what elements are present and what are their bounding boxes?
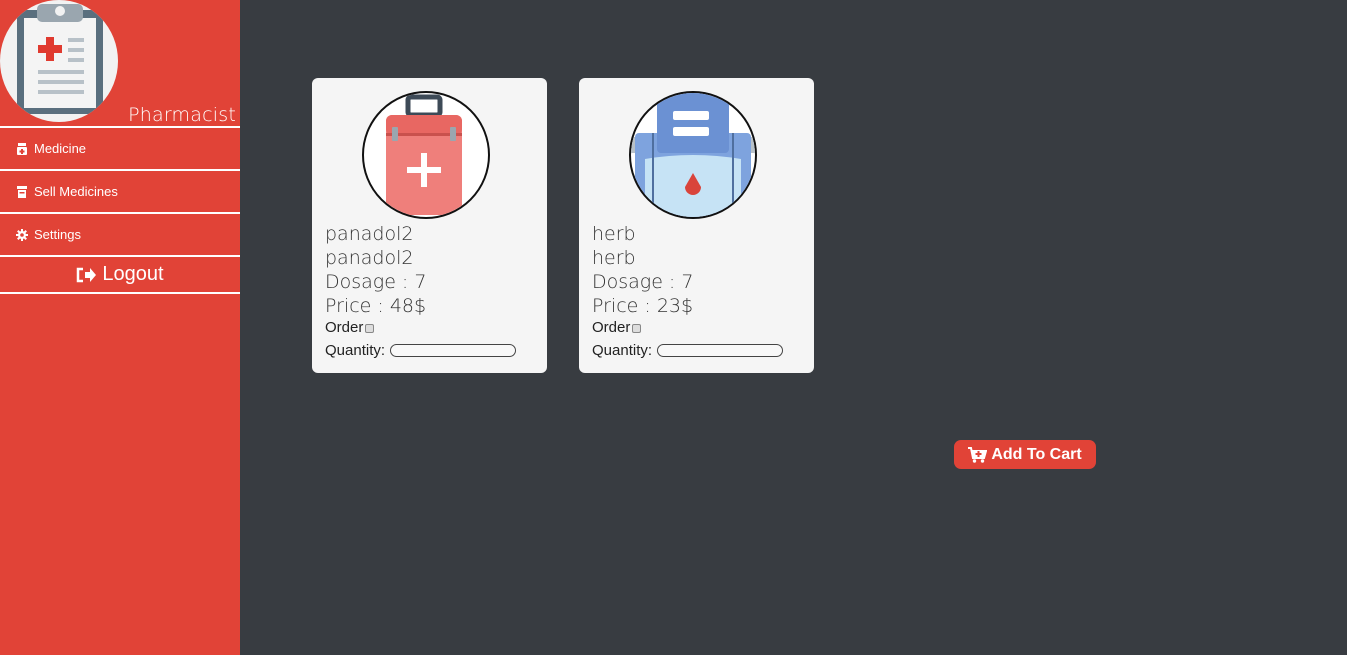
quantity-row: Quantity:: [325, 342, 517, 359]
product-dosage: Dosage : 7: [592, 271, 694, 293]
first-aid-kit-icon: [386, 94, 462, 215]
product-card: panadol2 panadol2 Dosage : 7 Price : 48$…: [312, 78, 547, 373]
order-checkbox[interactable]: [632, 323, 642, 333]
product-card: herb herb Dosage : 7 Price : 23$ Order Q…: [579, 78, 814, 373]
logout-button[interactable]: Logout: [0, 257, 240, 294]
product-dosage: Dosage : 7: [325, 271, 427, 293]
add-to-cart-label: Add To Cart: [991, 445, 1082, 463]
blood-bag-icon: [631, 93, 755, 217]
product-name: panadol2: [325, 223, 414, 245]
product-price: Price : 48$: [325, 295, 427, 317]
cart-plus-icon: [968, 446, 988, 463]
sidebar-item-sell-medicines[interactable]: Sell Medicines: [0, 171, 240, 214]
order-row: Order: [592, 318, 783, 336]
quantity-row: Quantity:: [592, 342, 784, 359]
profile-header: Pharmacist: [0, 0, 240, 128]
avatar: [0, 0, 118, 122]
product-price: Price : 23$: [592, 295, 694, 317]
quantity-label: Quantity:: [325, 342, 386, 359]
sidebar-item-medicine[interactable]: Medicine: [0, 128, 240, 171]
order-checkbox[interactable]: [365, 323, 375, 333]
quantity-label: Quantity:: [592, 342, 653, 359]
product-image: [629, 91, 757, 219]
sidebar: Pharmacist Medicine Sell Medicines Setti…: [0, 0, 240, 655]
product-details: panadol2 panadol2 Dosage : 7 Price : 48$…: [325, 222, 517, 359]
sidebar-item-label: Sell Medicines: [34, 184, 118, 199]
quantity-input[interactable]: [657, 344, 784, 357]
order-label: Order: [592, 318, 631, 336]
medicine-bottle-icon: [16, 142, 28, 155]
product-generic-name: herb: [592, 247, 636, 269]
sell-medicines-icon: [16, 185, 28, 198]
product-image: [362, 91, 490, 219]
product-generic-name: panadol2: [325, 247, 414, 269]
clipboard-medical-icon: [17, 4, 103, 114]
quantity-input[interactable]: [390, 344, 517, 357]
sidebar-item-label: Settings: [34, 227, 81, 242]
sign-out-icon: [76, 267, 97, 283]
gear-icon: [16, 228, 28, 241]
product-name: herb: [592, 223, 636, 245]
order-label: Order: [325, 318, 364, 336]
sidebar-item-label: Medicine: [34, 141, 87, 156]
logout-label: Logout: [102, 263, 164, 285]
user-role: Pharmacist: [128, 104, 236, 126]
sidebar-item-settings[interactable]: Settings: [0, 214, 240, 257]
order-row: Order: [325, 318, 516, 336]
product-details: herb herb Dosage : 7 Price : 23$ Order Q…: [592, 222, 784, 359]
add-to-cart-button[interactable]: Add To Cart: [954, 440, 1096, 469]
